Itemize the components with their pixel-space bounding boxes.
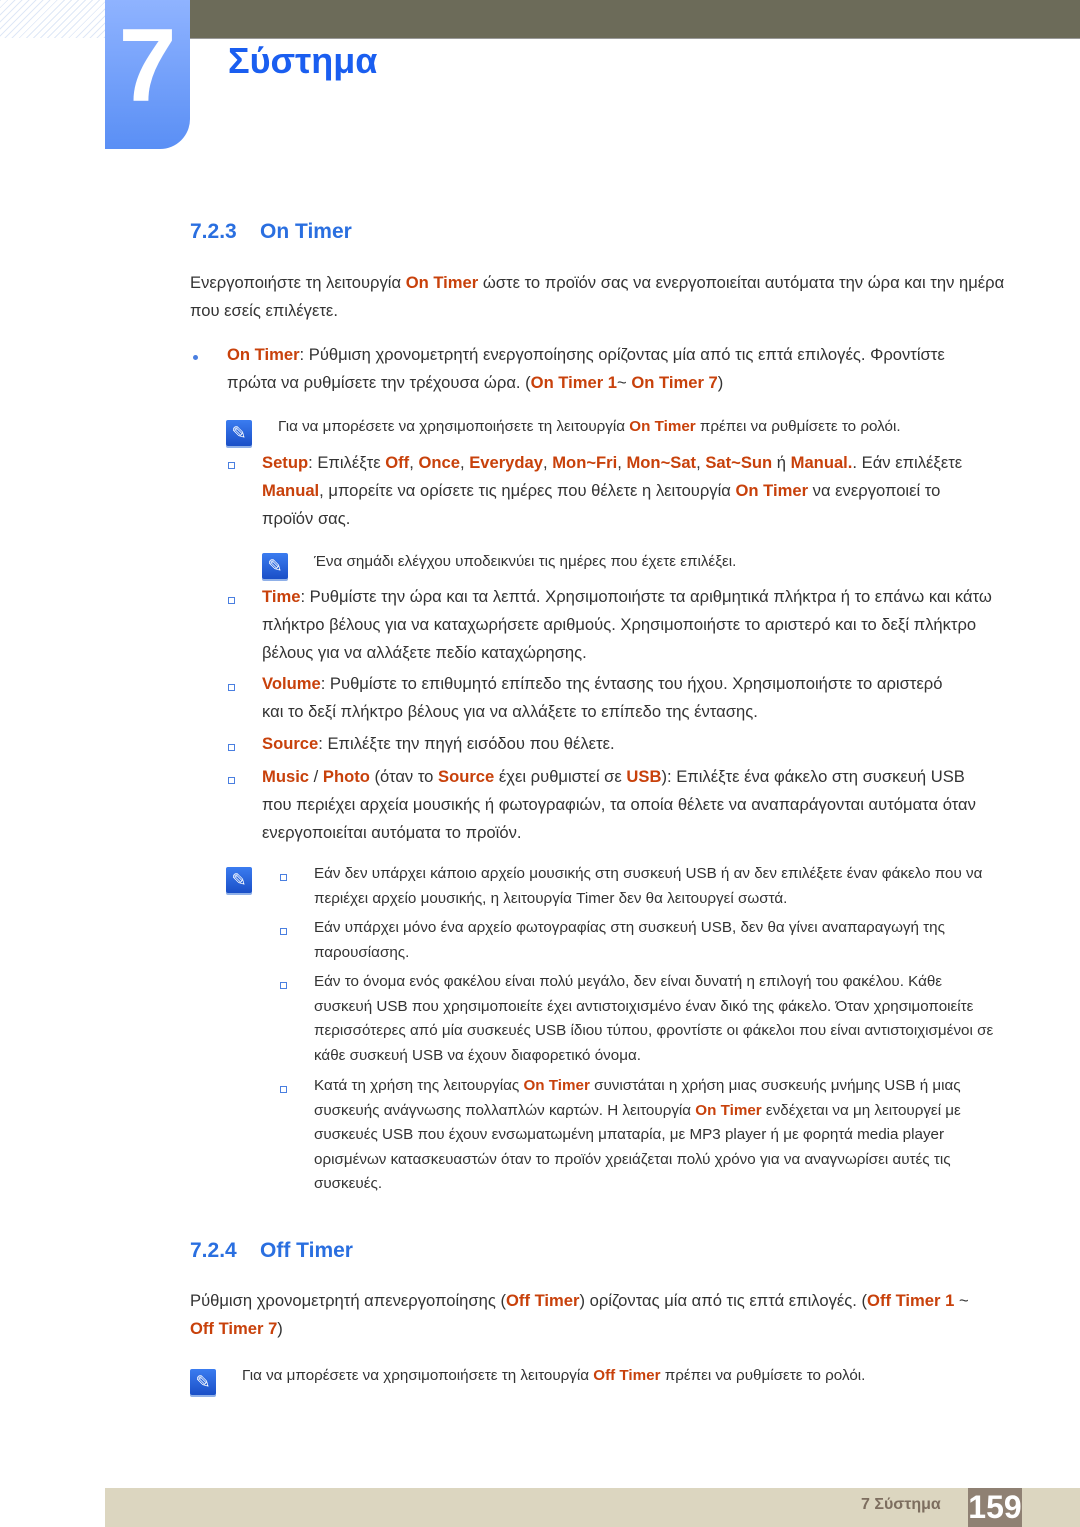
paragraph-note-check: Ένα σημάδι ελέγχου υποδεικνύει τις ημέρε… bbox=[314, 550, 994, 575]
paragraph-n1: Εάν δεν υπάρχει κάποιο αρχείο μουσικής σ… bbox=[314, 862, 984, 911]
text-segment: πρέπει να ρυθμίσετε το ρολόι. bbox=[660, 1367, 866, 1384]
paragraph-off-intro: Ρύθμιση χρονομετρητή απενεργοποίησης (Of… bbox=[190, 1287, 970, 1343]
text-segment: Εάν υπάρχει μόνο ένα αρχείο φωτογραφίας … bbox=[314, 919, 945, 961]
highlighted-term: On Timer bbox=[227, 345, 300, 364]
square-bullet-icon bbox=[228, 777, 235, 784]
highlighted-term: Once bbox=[418, 453, 460, 472]
text-segment: Εάν δεν υπάρχει κάποιο αρχείο μουσικής σ… bbox=[314, 865, 983, 907]
page-number: 159 bbox=[968, 1488, 1022, 1527]
highlighted-term: Volume bbox=[262, 674, 321, 693]
highlighted-term: On Timer bbox=[405, 273, 479, 292]
paragraph-setup: Setup: Επιλέξτε Off, Once, Everyday, Mon… bbox=[262, 449, 992, 532]
text-segment: (όταν το bbox=[369, 767, 438, 786]
highlighted-term: On Timer 1 bbox=[530, 372, 618, 392]
text-segment: Για να μπορέσετε να χρησιμοποιήσετε τη λ… bbox=[242, 1367, 594, 1384]
note-pencil-icon: ✎ bbox=[226, 867, 252, 893]
section-heading-off-timer: 7.2.4 Off Timer bbox=[190, 1239, 353, 1263]
highlighted-term: On Timer bbox=[629, 418, 696, 435]
highlighted-term: Sat~Sun bbox=[705, 453, 773, 472]
text-segment: Εάν το όνομα ενός φακέλου είναι πολύ μεγ… bbox=[314, 973, 994, 1064]
highlighted-term: On Timer 7 bbox=[631, 372, 718, 392]
section-title: Off Timer bbox=[260, 1239, 353, 1262]
footer-chapter-label: 7 Σύστημα bbox=[861, 1496, 941, 1513]
highlighted-term: Off bbox=[385, 453, 410, 472]
text-segment: ~ bbox=[617, 372, 632, 392]
square-bullet-icon bbox=[280, 1086, 287, 1093]
note-pencil-icon: ✎ bbox=[190, 1369, 216, 1395]
square-bullet-icon bbox=[280, 982, 287, 989]
highlighted-term: Off Timer bbox=[593, 1367, 661, 1384]
square-bullet-icon bbox=[228, 462, 235, 469]
text-segment: Κατά τη χρήση της λειτουργίας bbox=[314, 1077, 524, 1094]
text-segment: : Επιλέξτε bbox=[308, 453, 386, 472]
text-segment: Ρύθμιση χρονομετρητή απενεργοποίησης ( bbox=[190, 1291, 507, 1310]
text-segment: , bbox=[696, 453, 706, 472]
text-segment: . Εάν επιλέξετε bbox=[852, 453, 963, 472]
paragraph-n2: Εάν υπάρχει μόνο ένα αρχείο φωτογραφίας … bbox=[314, 916, 1004, 965]
highlighted-term: Mon~Fri bbox=[552, 453, 618, 472]
highlighted-term: Photo bbox=[322, 767, 370, 786]
paragraph-music: Music / Photo (όταν το Source έχει ρυθμι… bbox=[262, 763, 997, 846]
text-segment: πρέπει να ρυθμίσετε το ρολόι. bbox=[695, 418, 901, 435]
text-segment: ) bbox=[277, 1318, 283, 1338]
text-segment: Ενεργοποιήστε τη λειτουργία bbox=[190, 273, 406, 292]
highlighted-term: Setup bbox=[262, 453, 309, 472]
square-bullet-icon bbox=[280, 928, 287, 935]
square-bullet-icon bbox=[228, 744, 235, 751]
text-segment: έχει ρυθμιστεί σε bbox=[494, 767, 627, 786]
square-bullet-icon bbox=[228, 684, 235, 691]
paragraph-source: Source: Επιλέξτε την πηγή εισόδου που θέ… bbox=[262, 730, 962, 758]
highlighted-term: Music bbox=[262, 767, 310, 786]
section-title: On Timer bbox=[260, 220, 352, 243]
highlighted-term: On Timer bbox=[523, 1077, 590, 1094]
paragraph-note-clock: Για να μπορέσετε να χρησιμοποιήσετε τη λ… bbox=[278, 415, 998, 440]
text-segment: / bbox=[309, 767, 323, 786]
paragraph-n4: Κατά τη χρήση της λειτουργίας On Timer σ… bbox=[314, 1074, 1004, 1197]
highlighted-term: On Timer bbox=[695, 1101, 762, 1119]
highlighted-term: Off Timer 7 bbox=[190, 1318, 278, 1338]
paragraph-n3: Εάν το όνομα ενός φακέλου είναι πολύ μεγ… bbox=[314, 970, 1004, 1068]
note-pencil-icon: ✎ bbox=[262, 553, 288, 579]
highlighted-term: Off Timer 1 bbox=[867, 1291, 955, 1310]
highlighted-term: Manual. bbox=[790, 453, 853, 472]
text-segment: , bbox=[459, 453, 470, 472]
highlighted-term: USB bbox=[626, 767, 662, 786]
square-bullet-icon bbox=[228, 597, 235, 604]
highlighted-term: Mon~Sat bbox=[626, 453, 697, 472]
section-number: 7.2.3 bbox=[190, 220, 237, 243]
highlighted-term: Time bbox=[262, 587, 301, 606]
text-segment: Ένα σημάδι ελέγχου υποδεικνύει τις ημέρε… bbox=[314, 553, 737, 570]
section-number: 7.2.4 bbox=[190, 1239, 237, 1262]
text-segment: ~ bbox=[954, 1291, 969, 1310]
text-segment: ) ορίζοντας μία από τις επτά επιλογές. ( bbox=[579, 1291, 868, 1310]
square-bullet-icon bbox=[280, 874, 287, 881]
paragraph-intro: Ενεργοποιήστε τη λειτουργία On Timer ώστ… bbox=[190, 269, 1005, 325]
highlighted-term: Manual bbox=[262, 480, 320, 500]
bullet-dot-icon bbox=[193, 355, 198, 360]
text-segment: , bbox=[543, 453, 553, 472]
text-segment: Για να μπορέσετε να χρησιμοποιήσετε τη λ… bbox=[278, 418, 630, 435]
highlighted-term: On Timer bbox=[735, 480, 809, 500]
chapter-number-badge: 7 bbox=[105, 0, 190, 149]
highlighted-term: Source bbox=[438, 767, 495, 786]
text-segment: ή bbox=[772, 453, 791, 472]
text-segment: : Ρυθμίστε το επιθυμητό επίπεδο της έντα… bbox=[262, 674, 943, 721]
header-hatch bbox=[0, 0, 105, 38]
note-pencil-icon: ✎ bbox=[226, 420, 252, 446]
paragraph-off-note: Για να μπορέσετε να χρησιμοποιήσετε τη λ… bbox=[242, 1364, 982, 1389]
paragraph-volume: Volume: Ρυθμίστε το επιθυμητό επίπεδο τη… bbox=[262, 670, 962, 726]
header-bar bbox=[190, 0, 1080, 39]
chapter-title: Σύστημα bbox=[228, 40, 378, 81]
text-segment: : Ρυθμίστε την ώρα και τα λεπτά. Χρησιμο… bbox=[262, 587, 992, 662]
paragraph-bullet-on-timer: On Timer: Ρύθμιση χρονομετρητή ενεργοποί… bbox=[227, 341, 987, 397]
paragraph-time: Time: Ρυθμίστε την ώρα και τα λεπτά. Χρη… bbox=[262, 583, 997, 666]
highlighted-term: Everyday bbox=[469, 453, 543, 472]
highlighted-term: Off Timer bbox=[506, 1291, 580, 1310]
text-segment: : Επιλέξτε την πηγή εισόδου που θέλετε. bbox=[318, 734, 615, 753]
text-segment: ) bbox=[717, 372, 724, 392]
section-heading-on-timer: 7.2.3 On Timer bbox=[190, 220, 352, 244]
highlighted-term: Source bbox=[262, 734, 319, 753]
text-segment: , μπορείτε να ορίσετε τις ημέρες που θέλ… bbox=[319, 480, 736, 500]
